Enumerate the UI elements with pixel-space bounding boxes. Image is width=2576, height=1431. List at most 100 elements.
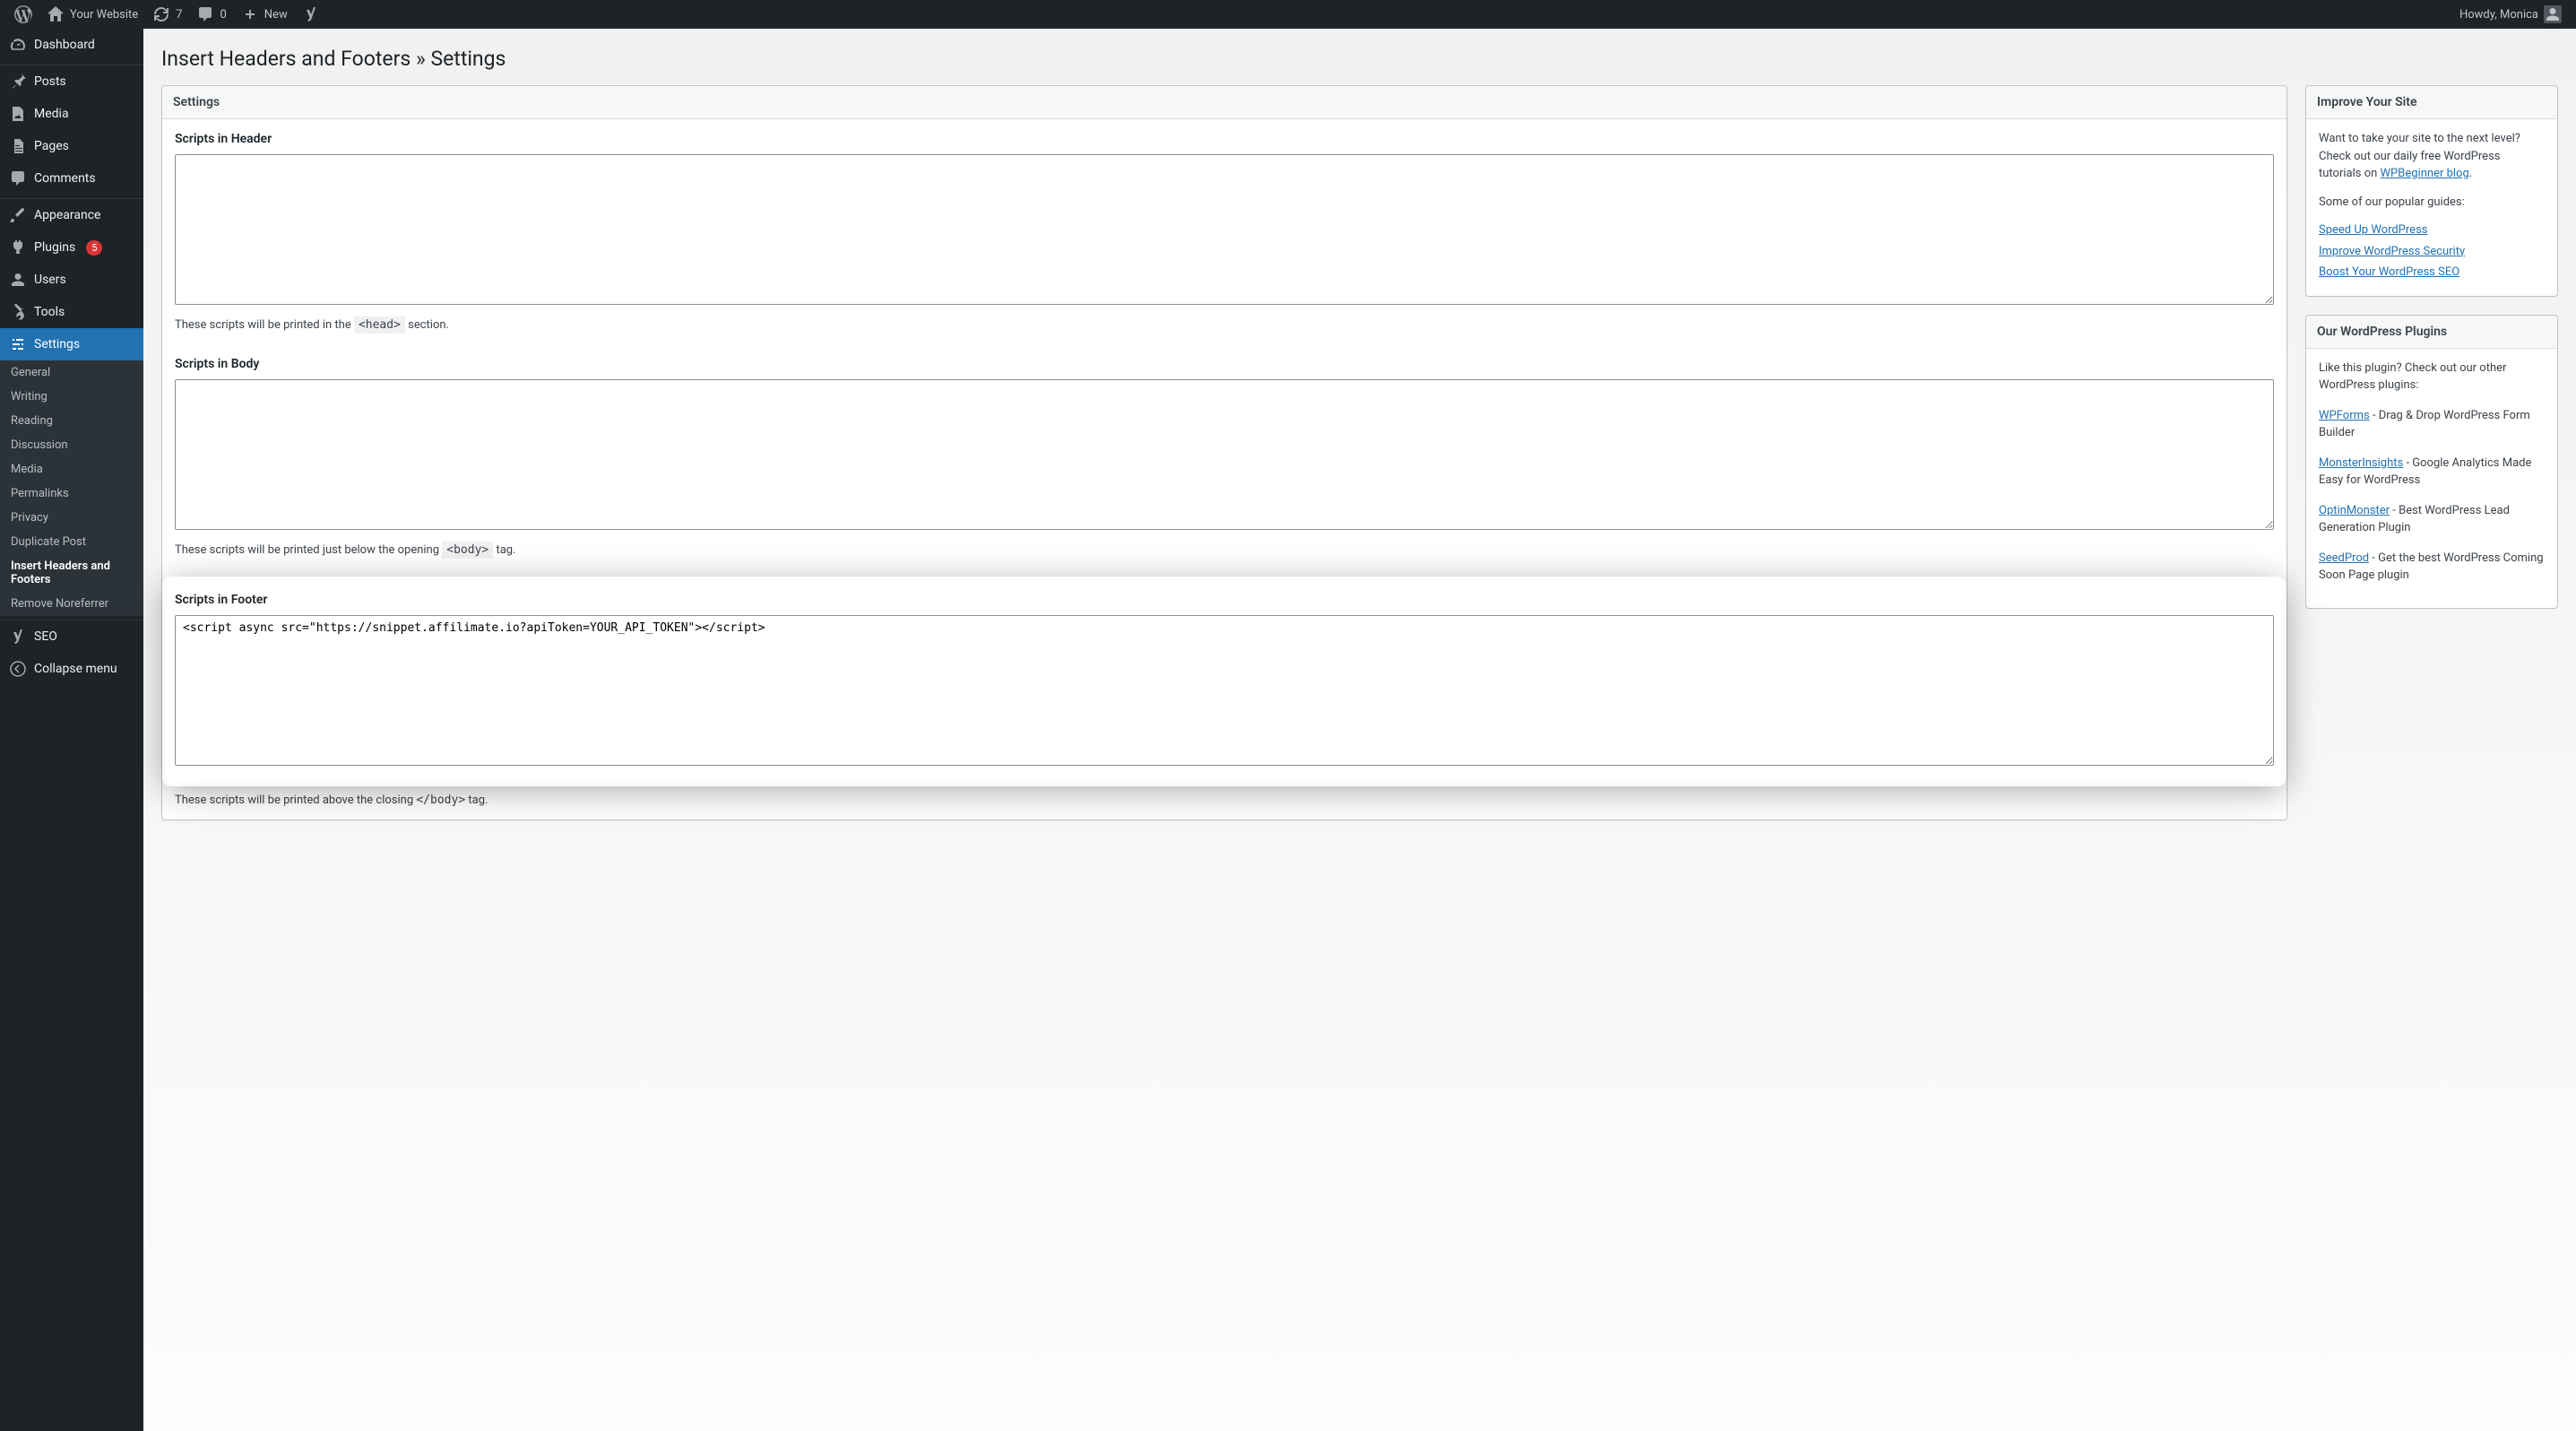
updates-link[interactable]: 7 xyxy=(145,0,189,29)
scripts-header-textarea[interactable] xyxy=(175,154,2274,305)
brush-icon xyxy=(9,206,27,224)
menu-pages[interactable]: Pages xyxy=(0,130,143,162)
update-icon xyxy=(152,5,170,23)
settings-box: Settings Scripts in Header These scripts… xyxy=(161,85,2287,820)
page-title: Insert Headers and Footers » Settings xyxy=(161,47,2558,71)
scripts-body-help: These scripts will be printed just below… xyxy=(175,542,2274,559)
new-label: New xyxy=(264,8,288,22)
scripts-header-help: These scripts will be printed in the <he… xyxy=(175,317,2274,334)
submenu-discussion[interactable]: Discussion xyxy=(0,433,143,457)
settings-submenu: General Writing Reading Discussion Media… xyxy=(0,360,143,616)
menu-seo[interactable]: SEO xyxy=(0,620,143,653)
help-text: These scripts will be printed just below… xyxy=(175,543,442,557)
monsterinsights-link[interactable]: MonsterInsights xyxy=(2319,456,2403,470)
scripts-header-label: Scripts in Header xyxy=(175,130,2274,149)
menu-plugins-label: Plugins xyxy=(34,240,75,255)
submenu-privacy[interactable]: Privacy xyxy=(0,506,143,530)
menu-comments-label: Comments xyxy=(34,171,96,186)
help-text: tag. xyxy=(493,543,515,557)
submenu-general[interactable]: General xyxy=(0,360,143,385)
menu-dashboard-label: Dashboard xyxy=(34,38,95,52)
help-code: </body> xyxy=(416,794,465,807)
menu-seo-label: SEO xyxy=(34,629,57,644)
howdy-text: Howdy, Monica xyxy=(2459,8,2538,22)
my-account-link[interactable]: Howdy, Monica xyxy=(2452,0,2569,29)
guide-speed-link[interactable]: Speed Up WordPress xyxy=(2319,221,2545,239)
menu-appearance-label: Appearance xyxy=(34,208,100,222)
wp-logo[interactable] xyxy=(7,0,39,29)
user-avatar-icon xyxy=(2544,5,2562,23)
dashboard-icon xyxy=(9,36,27,54)
menu-media[interactable]: Media xyxy=(0,98,143,130)
sliders-icon xyxy=(9,335,27,353)
optinmonster-link[interactable]: OptinMonster xyxy=(2319,504,2390,517)
menu-dashboard[interactable]: Dashboard xyxy=(0,29,143,61)
help-text: These scripts will be printed above the … xyxy=(175,794,416,807)
wpforms-link[interactable]: WPForms xyxy=(2319,409,2370,422)
submenu-remove-noreferrer[interactable]: Remove Noreferrer xyxy=(0,592,143,616)
plugin-item: MonsterInsights - Google Analytics Made … xyxy=(2319,455,2545,490)
submenu-duplicate-post[interactable]: Duplicate Post xyxy=(0,530,143,554)
improve-intro: Want to take your site to the next level… xyxy=(2319,130,2545,183)
plugin-item: WPForms - Drag & Drop WordPress Form Bui… xyxy=(2319,407,2545,442)
guide-security-link[interactable]: Improve WordPress Security xyxy=(2319,243,2545,261)
submenu-media[interactable]: Media xyxy=(0,457,143,481)
scripts-footer-help: These scripts will be printed above the … xyxy=(175,792,2274,810)
menu-settings[interactable]: Settings xyxy=(0,328,143,360)
comments-count: 0 xyxy=(220,8,226,22)
scripts-footer-label: Scripts in Footer xyxy=(175,591,2274,610)
menu-pages-label: Pages xyxy=(34,139,69,153)
menu-tools[interactable]: Tools xyxy=(0,296,143,328)
improve-guides-intro: Some of our popular guides: xyxy=(2319,194,2545,212)
plus-icon xyxy=(241,5,259,23)
new-content-link[interactable]: New xyxy=(234,0,295,29)
plug-icon xyxy=(9,238,27,256)
updates-count: 7 xyxy=(176,8,182,22)
submenu-writing[interactable]: Writing xyxy=(0,385,143,409)
settings-box-title: Settings xyxy=(162,86,2286,119)
scripts-body-label: Scripts in Body xyxy=(175,355,2274,374)
scripts-header-group: Scripts in Header These scripts will be … xyxy=(175,130,2274,334)
comment-icon xyxy=(196,5,214,23)
plugin-item: OptinMonster - Best WordPress Lead Gener… xyxy=(2319,502,2545,537)
scripts-body-group: Scripts in Body These scripts will be pr… xyxy=(175,355,2274,559)
wpbeginner-link[interactable]: WPBeginner blog xyxy=(2381,167,2469,180)
page-icon xyxy=(9,137,27,155)
submenu-insert-headers-footers[interactable]: Insert Headers and Footers xyxy=(0,554,143,592)
menu-comments[interactable]: Comments xyxy=(0,162,143,195)
pin-icon xyxy=(9,73,27,91)
improve-site-box: Improve Your Site Want to take your site… xyxy=(2305,85,2558,297)
guide-seo-link[interactable]: Boost Your WordPress SEO xyxy=(2319,264,2545,282)
menu-collapse-label: Collapse menu xyxy=(34,662,117,676)
menu-media-label: Media xyxy=(34,107,69,121)
help-text: section. xyxy=(405,318,449,332)
site-name: Your Website xyxy=(70,8,138,22)
collapse-icon xyxy=(9,660,27,678)
menu-collapse[interactable]: Collapse menu xyxy=(0,653,143,685)
submenu-reading[interactable]: Reading xyxy=(0,409,143,433)
scripts-footer-group: Scripts in Footer xyxy=(166,580,2283,783)
improve-site-title: Improve Your Site xyxy=(2306,86,2557,119)
menu-tools-label: Tools xyxy=(34,305,65,319)
menu-posts-label: Posts xyxy=(34,74,66,89)
our-plugins-title: Our WordPress Plugins xyxy=(2306,316,2557,349)
our-plugins-box: Our WordPress Plugins Like this plugin? … xyxy=(2305,315,2558,609)
yoast-icon xyxy=(302,5,320,23)
help-code: <body> xyxy=(442,542,493,559)
scripts-footer-textarea[interactable] xyxy=(175,615,2274,766)
site-name-link[interactable]: Your Website xyxy=(39,0,145,29)
yoast-link[interactable] xyxy=(295,0,327,29)
menu-posts[interactable]: Posts xyxy=(0,65,143,98)
help-text: These scripts will be printed in the xyxy=(175,318,354,332)
scripts-body-textarea[interactable] xyxy=(175,379,2274,530)
help-text: tag. xyxy=(465,794,488,807)
text: . xyxy=(2469,167,2472,180)
plugins-intro: Like this plugin? Check out our other Wo… xyxy=(2319,360,2545,395)
plugin-item: SeedProd - Get the best WordPress Coming… xyxy=(2319,550,2545,585)
menu-plugins[interactable]: Plugins5 xyxy=(0,231,143,264)
submenu-permalinks[interactable]: Permalinks xyxy=(0,481,143,506)
seedprod-link[interactable]: SeedProd xyxy=(2319,551,2369,565)
comments-link[interactable]: 0 xyxy=(189,0,233,29)
menu-users[interactable]: Users xyxy=(0,264,143,296)
menu-appearance[interactable]: Appearance xyxy=(0,199,143,231)
